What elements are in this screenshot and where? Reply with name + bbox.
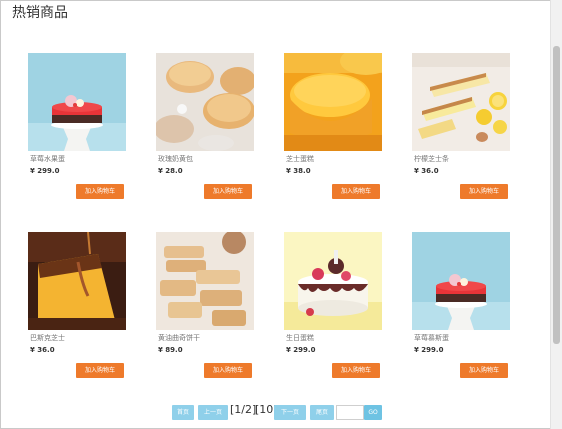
add-to-cart-button[interactable]: 加入购物车 (460, 363, 508, 378)
product-image[interactable] (412, 53, 510, 151)
vertical-scrollbar[interactable] (550, 0, 562, 429)
product-price: ¥ 299.0 (286, 346, 316, 354)
product-card[interactable]: 生日蛋糕 ¥ 299.0 加入购物车 (284, 232, 384, 382)
product-name[interactable]: 草莓水果蛋 (30, 154, 65, 164)
product-card[interactable]: 柠檬芝士条 ¥ 36.0 加入购物车 (412, 53, 512, 203)
last-page-button[interactable]: 尾页 (310, 405, 334, 420)
product-price: ¥ 36.0 (30, 346, 55, 354)
add-to-cart-button[interactable]: 加入购物车 (204, 184, 252, 199)
product-price: ¥ 36.0 (414, 167, 439, 175)
page-title: 热销商品 (12, 5, 68, 21)
first-page-button[interactable]: 首页 (172, 405, 194, 420)
product-name[interactable]: 巴斯克芝士 (30, 333, 65, 343)
add-to-cart-button[interactable]: 加入购物车 (76, 184, 124, 199)
product-price: ¥ 89.0 (158, 346, 183, 354)
add-to-cart-button[interactable]: 加入购物车 (332, 184, 380, 199)
page-indicator: [1/2] (230, 403, 257, 416)
product-image[interactable] (156, 53, 254, 151)
product-price: ¥ 38.0 (286, 167, 311, 175)
product-name[interactable]: 草莓慕斯蛋 (414, 333, 449, 343)
product-name[interactable]: 玫瑰奶黄包 (158, 154, 193, 164)
scrollbar-thumb[interactable] (553, 46, 560, 344)
product-card[interactable]: 巴斯克芝士 ¥ 36.0 加入购物车 (28, 232, 128, 382)
product-image[interactable] (156, 232, 254, 330)
product-card[interactable]: 草莓慕斯蛋 ¥ 299.0 加入购物车 (412, 232, 512, 382)
product-name[interactable]: 柠檬芝士条 (414, 154, 449, 164)
product-image[interactable] (28, 53, 126, 151)
add-to-cart-button[interactable]: 加入购物车 (204, 363, 252, 378)
product-name[interactable]: 黄油曲奇饼干 (158, 333, 200, 343)
add-to-cart-button[interactable]: 加入购物车 (332, 363, 380, 378)
product-card[interactable]: 玫瑰奶黄包 ¥ 28.0 加入购物车 (156, 53, 256, 203)
page-number-input[interactable] (336, 405, 364, 420)
product-image[interactable] (412, 232, 510, 330)
product-image[interactable] (284, 53, 382, 151)
product-card[interactable]: 黄油曲奇饼干 ¥ 89.0 加入购物车 (156, 232, 256, 382)
product-name[interactable]: 芝士蛋糕 (286, 154, 314, 164)
add-to-cart-button[interactable]: 加入购物车 (76, 363, 124, 378)
product-image[interactable] (28, 232, 126, 330)
go-button[interactable]: GO (364, 405, 382, 420)
add-to-cart-button[interactable]: 加入购物车 (460, 184, 508, 199)
product-price: ¥ 28.0 (158, 167, 183, 175)
product-price: ¥ 299.0 (30, 167, 60, 175)
product-card[interactable]: 草莓水果蛋 ¥ 299.0 加入购物车 (28, 53, 128, 203)
product-name[interactable]: 生日蛋糕 (286, 333, 314, 343)
product-card[interactable]: 芝士蛋糕 ¥ 38.0 加入购物车 (284, 53, 384, 203)
product-image[interactable] (284, 232, 382, 330)
prev-page-button[interactable]: 上一页 (198, 405, 228, 420)
next-page-button[interactable]: 下一页 (274, 405, 306, 420)
product-price: ¥ 299.0 (414, 346, 444, 354)
